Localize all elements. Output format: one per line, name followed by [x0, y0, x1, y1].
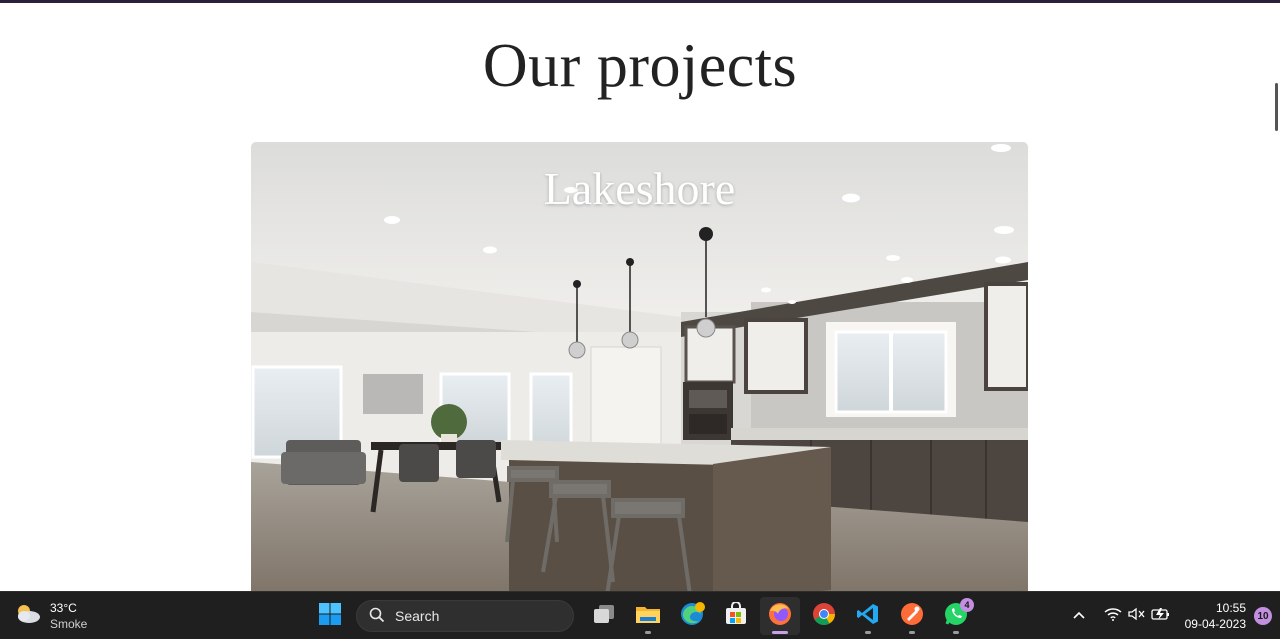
postman-icon	[899, 601, 925, 632]
clock[interactable]: 10:55 09-04-2023	[1185, 600, 1246, 632]
chevron-up-icon	[1072, 607, 1086, 625]
postman-button[interactable]	[892, 597, 932, 635]
taskbar-apps: Search 4	[310, 597, 976, 635]
windows-logo-icon	[318, 602, 342, 631]
firefox-icon	[767, 601, 793, 632]
battery-button[interactable]	[1149, 604, 1173, 628]
chrome-button[interactable]	[804, 597, 844, 635]
taskbar: 33°C Smoke Search 4 10:55 09-04-2023 10	[0, 591, 1280, 639]
battery-charging-icon	[1150, 607, 1171, 626]
volume-muted-icon	[1127, 607, 1146, 626]
clock-date: 09-04-2023	[1184, 617, 1246, 631]
cloud-sun-icon	[14, 602, 42, 631]
search-label: Search	[395, 608, 440, 624]
firefox-button[interactable]	[760, 597, 800, 635]
scrollbar-thumb[interactable]	[1275, 83, 1278, 131]
vscode-icon	[856, 602, 880, 631]
running-indicator	[909, 631, 915, 634]
search-icon	[369, 607, 385, 626]
running-indicator	[645, 631, 651, 634]
weather-condition: Smoke	[50, 617, 88, 631]
running-indicator	[865, 631, 871, 634]
file-explorer-button[interactable]	[628, 597, 668, 635]
vscode-button[interactable]	[848, 597, 888, 635]
start-button[interactable]	[310, 597, 350, 635]
web-page: Our projects Lakeshore	[0, 3, 1280, 591]
wifi-icon	[1104, 607, 1122, 626]
show-hidden-icons-button[interactable]	[1067, 604, 1091, 628]
whatsapp-button[interactable]: 4	[936, 597, 976, 635]
task-view-icon	[592, 603, 616, 630]
notification-badge[interactable]: 10	[1254, 607, 1272, 625]
store-button[interactable]	[716, 597, 756, 635]
folder-icon	[635, 603, 661, 630]
project-title: Lakeshore	[543, 163, 736, 214]
system-tray: 10:55 09-04-2023 10	[1067, 592, 1280, 639]
clock-time: 10:55	[1215, 601, 1246, 615]
weather-temp: 33°C	[50, 601, 77, 615]
wifi-button[interactable]	[1101, 604, 1125, 628]
weather-widget[interactable]: 33°C Smoke	[14, 598, 87, 634]
chrome-icon	[811, 601, 837, 632]
task-view-button[interactable]	[584, 597, 624, 635]
page-title: Our projects	[482, 32, 798, 100]
volume-button[interactable]	[1125, 604, 1149, 628]
whatsapp-badge: 4	[960, 598, 974, 612]
taskbar-search[interactable]: Search	[356, 600, 574, 632]
edge-button[interactable]	[672, 597, 712, 635]
project-card[interactable]: Lakeshore	[251, 142, 1028, 591]
active-indicator	[772, 631, 788, 634]
running-indicator	[953, 631, 959, 634]
store-icon	[724, 600, 748, 631]
edge-icon	[679, 601, 705, 632]
